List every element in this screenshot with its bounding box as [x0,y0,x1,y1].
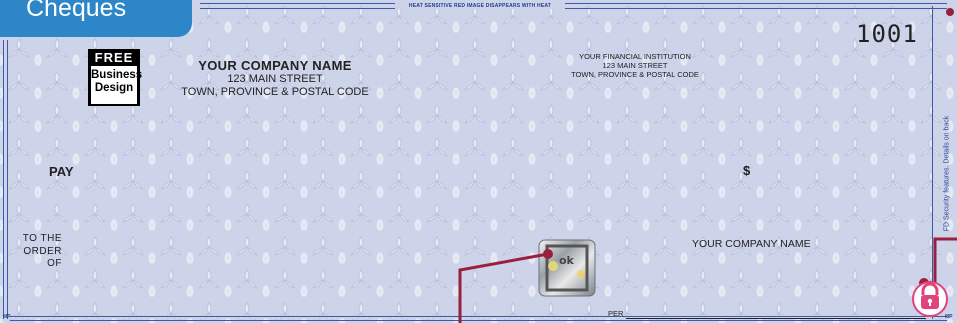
cheque: HEAT SENSITIVE RED IMAGE DISAPPEARS WITH… [0,0,957,323]
security-features-side-text: FD Security features. Details on back [943,115,951,232]
microprint-right: MP [945,314,953,320]
cheques-tab-label: Cheques [26,0,127,22]
microprint-left: MP [3,314,11,320]
security-lock-icon [912,281,948,317]
security-callout-lines [458,8,957,323]
cheques-tab[interactable]: Cheques [0,0,192,37]
